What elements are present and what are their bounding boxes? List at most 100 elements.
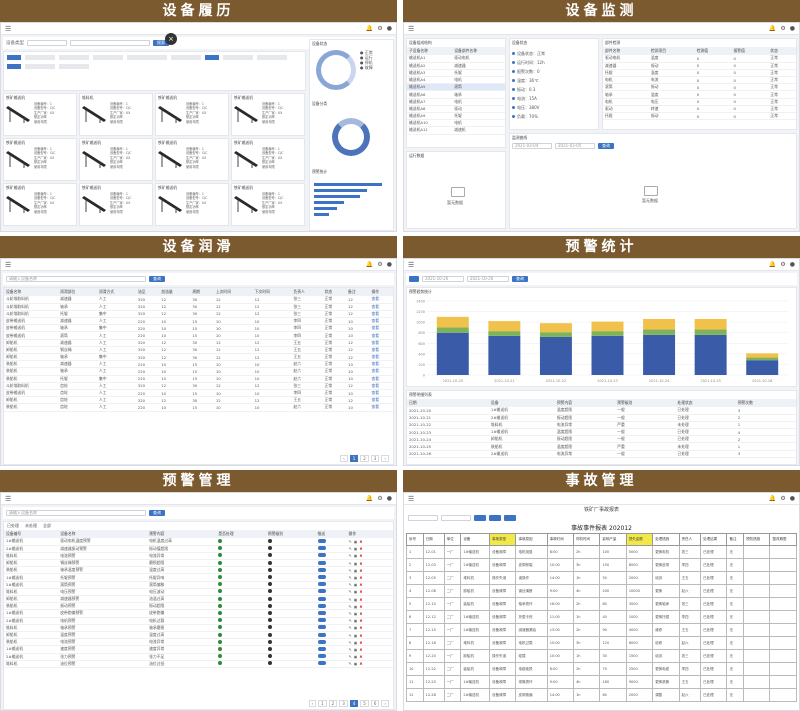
table-row[interactable]: 皮带输送机 减速器 人工 220 10 15 10 10 李四 正常 10 查看	[4, 317, 393, 326]
table-row[interactable]: 2021-10-22 堆料机 电流异常 严重 未处理 1	[407, 421, 796, 430]
view-icon[interactable]: ▣	[354, 654, 358, 659]
view-link[interactable]: 查看	[369, 331, 393, 340]
table-row[interactable]: 堆料机 电压预警 电压波动 ✎ ▣ ✖	[4, 588, 393, 597]
view-icon[interactable]: ▣	[354, 539, 358, 544]
tree-row[interactable]: 输送机A10 电机	[407, 119, 505, 128]
tag-active[interactable]	[7, 64, 21, 69]
table-row[interactable]: 2 12-03 一厂 2#输送机 设备故障 皮带断裂 10:00 3h 150 8000 更换皮带李…	[406, 558, 797, 572]
page-button[interactable]: 2	[360, 455, 369, 462]
date-from-input[interactable]: 2021-10-20	[422, 276, 464, 282]
table-row[interactable]: 1#输送机 驱动电机温度预警 电机温度过高 ✎ ▣ ✖	[4, 538, 393, 546]
push-toggle[interactable]	[317, 632, 326, 637]
bell-icon[interactable]: 🔔	[769, 25, 776, 32]
equipment-card[interactable]: 铁矿输送机 设备编号：1 设备型号：CJC 生产厂家：XX 额定功率 使用年限	[231, 183, 305, 226]
user-avatar[interactable]: ●	[790, 25, 795, 32]
table-row[interactable]: 卸船机 轴承 集中 320 12 30 12 12 王五 正常 12 查看	[4, 353, 393, 362]
page-button[interactable]: 1	[349, 455, 359, 462]
view-icon[interactable]: ▣	[354, 640, 358, 645]
table-row[interactable]: 9 12-20 一厂 卸船机 操作失误 碰撞 10:00 1h 30 1500 培训 张三 已处理无	[406, 649, 797, 663]
table-row[interactable]: 驱动 转速 0 0 正常	[603, 105, 796, 114]
delete-icon[interactable]: ✖	[359, 539, 362, 544]
view-link[interactable]: 查看	[369, 317, 393, 326]
table-row[interactable]: 1 12-01 一厂 1#输送机 设备故障 电机烧毁 8:00 2h 100 5000 更换电机 张三…	[406, 545, 797, 559]
push-toggle[interactable]	[317, 661, 326, 666]
table-row[interactable]: 装船机 齿轮 人工 220 10 15 10 10 赵六 正常 10 查看	[4, 403, 393, 412]
table-row[interactable]: 10 12-22 二厂 装船机 设备故障 电缆破损 8:00 2h 70 2500 更换电缆 李四 已处…	[406, 662, 797, 676]
view-link[interactable]: 查看	[369, 360, 393, 369]
push-toggle[interactable]	[317, 567, 326, 572]
tag[interactable]	[59, 64, 89, 69]
view-link[interactable]: 查看	[369, 367, 393, 376]
view-icon[interactable]: ▣	[354, 575, 358, 580]
table-row[interactable]: 7 12-15 一厂 2#输送机 设备故障 减速器漏油 13:00 2h 90 4000 维修 王五已…	[406, 623, 797, 637]
date-input[interactable]	[441, 515, 471, 521]
table-row[interactable]: 2#输送机 减速器振动预警 振动值超限 ✎ ▣ ✖	[4, 545, 393, 553]
edit-icon[interactable]: ✎	[349, 661, 352, 666]
menu-icon[interactable]: ☰	[408, 261, 414, 269]
keyword-input[interactable]	[70, 40, 150, 46]
table-row[interactable]: 4 12-08 二厂 卸船机 设备故障 钢丝绳断 9:00 4h 200 10000 更换 赵六 已处理…	[406, 584, 797, 598]
delete-icon[interactable]: ✖	[359, 561, 362, 566]
equipment-card[interactable]: 铁矿输送机 设备编号：1 设备型号：CJC 生产厂家：XX 额定功率 使用年限	[79, 138, 153, 181]
tree-row[interactable]: 输送机A11 减速机	[407, 126, 505, 135]
view-link[interactable]: 查看	[369, 324, 393, 333]
tag-active[interactable]	[7, 55, 21, 60]
user-avatar[interactable]: ●	[387, 495, 392, 502]
delete-icon[interactable]: ✖	[359, 604, 362, 609]
tag[interactable]	[59, 55, 89, 60]
view-icon[interactable]: ▣	[354, 553, 358, 558]
table-row[interactable]: 11 12-25 一厂 1#输送机 设备故障 滚筒损坏 9:00 4h 180 9000 更换滚筒王…	[406, 675, 797, 689]
view-link[interactable]: 查看	[369, 303, 393, 311]
user-avatar[interactable]: ●	[790, 495, 795, 502]
tab-handled[interactable]: 已处理	[7, 523, 19, 529]
delete-icon[interactable]: ✖	[359, 618, 362, 623]
bell-icon[interactable]: 🔔	[769, 261, 776, 268]
delete-icon[interactable]: ✖	[359, 575, 362, 580]
delete-icon[interactable]: ✖	[359, 597, 362, 602]
table-row[interactable]: 装船机 托辊 集中 220 10 15 10 10 赵六 正常 10 查看	[4, 375, 393, 383]
query-button[interactable]: 查询	[512, 276, 528, 282]
table-row[interactable]: 5 12-10 一厂 装船机 设备故障 轴承损坏 16:00 2h 80 3000 更换轴承 张三 已处…	[406, 597, 797, 611]
tag[interactable]	[25, 55, 55, 60]
equipment-card[interactable]: 铁矿输送机 设备编号：1 设备型号：CJC 生产厂家：XX 额定功率 使用年限	[155, 93, 229, 136]
push-toggle[interactable]	[317, 596, 326, 601]
page-button[interactable]: 1	[318, 700, 327, 707]
table-row[interactable]: 2021-10-24 卸船机 振动超限 一般 已处理 2	[407, 435, 796, 444]
table-row[interactable]: 装船机 轴承 人工 220 10 15 10 10 赵六 正常 10 查看	[4, 367, 393, 376]
table-row[interactable]: 装船机 轴承温度预警 温度过高 ✎ ▣ ✖	[4, 566, 393, 575]
edit-icon[interactable]: ✎	[349, 575, 352, 580]
delete-icon[interactable]: ✖	[359, 661, 362, 666]
edit-icon[interactable]: ✎	[349, 654, 352, 659]
edit-icon[interactable]: ✎	[349, 553, 352, 558]
table-row[interactable]: 卸船机 减速器 人工 320 12 30 12 12 王五 正常 12 查看	[4, 339, 393, 347]
menu-icon[interactable]: ☰	[408, 25, 414, 33]
table-row[interactable]: 装船机 减速器 人工 220 10 15 10 10 赵六 正常 10 查看	[4, 360, 393, 369]
table-row[interactable]: 堆料机 电流预警 电流异常 ✎ ▣ ✖	[4, 552, 393, 561]
push-toggle[interactable]	[317, 618, 326, 623]
delete-icon[interactable]: ✖	[359, 647, 362, 652]
table-row[interactable]: 堆料机 油位预警 油位过低 ✎ ▣ ✖	[4, 660, 393, 668]
next-page-button[interactable]: ›	[381, 700, 389, 707]
table-row[interactable]: 卸船机 钢丝绳 人工 320 12 30 12 12 王五 正常 12 查看	[4, 346, 393, 355]
prev-page-button[interactable]: ‹	[308, 700, 317, 707]
table-row[interactable]: 2#输送机 滚筒预警 滚筒偏移 ✎ ▣ ✖	[4, 581, 393, 589]
push-toggle[interactable]	[317, 610, 326, 615]
tag[interactable]	[127, 55, 167, 60]
table-row[interactable]: 托辊 温度 0 0 正常	[603, 69, 796, 78]
table-row[interactable]: 2021-10-25 装船机 温度超限 严重 未处理 1	[407, 442, 796, 451]
edit-icon[interactable]: ✎	[349, 597, 352, 602]
tag[interactable]	[257, 55, 287, 60]
table-row[interactable]: 电机 电压 0 0 正常	[603, 98, 796, 106]
menu-icon[interactable]: ☰	[408, 495, 414, 503]
delete-icon[interactable]: ✖	[359, 654, 362, 659]
tree-row[interactable]: 输送机A4 电机	[407, 76, 505, 85]
table-row[interactable]: 8 12-18 二厂 堆料机 设备故障 电机过载 15:00 3h 120 6000 检修 赵六 已处理…	[406, 636, 797, 650]
edit-icon[interactable]: ✎	[349, 546, 352, 551]
push-toggle[interactable]	[317, 646, 326, 651]
view-link[interactable]: 查看	[369, 375, 393, 383]
next-page-button[interactable]: ›	[381, 455, 389, 462]
tag[interactable]	[171, 55, 201, 60]
tree-row[interactable]: 输送机A5 滚筒	[407, 83, 505, 92]
table-row[interactable]: 装船机 振动预警 振动超限 ✎ ▣ ✖	[4, 602, 393, 611]
search-input[interactable]: 请输入设备名称	[6, 510, 146, 516]
